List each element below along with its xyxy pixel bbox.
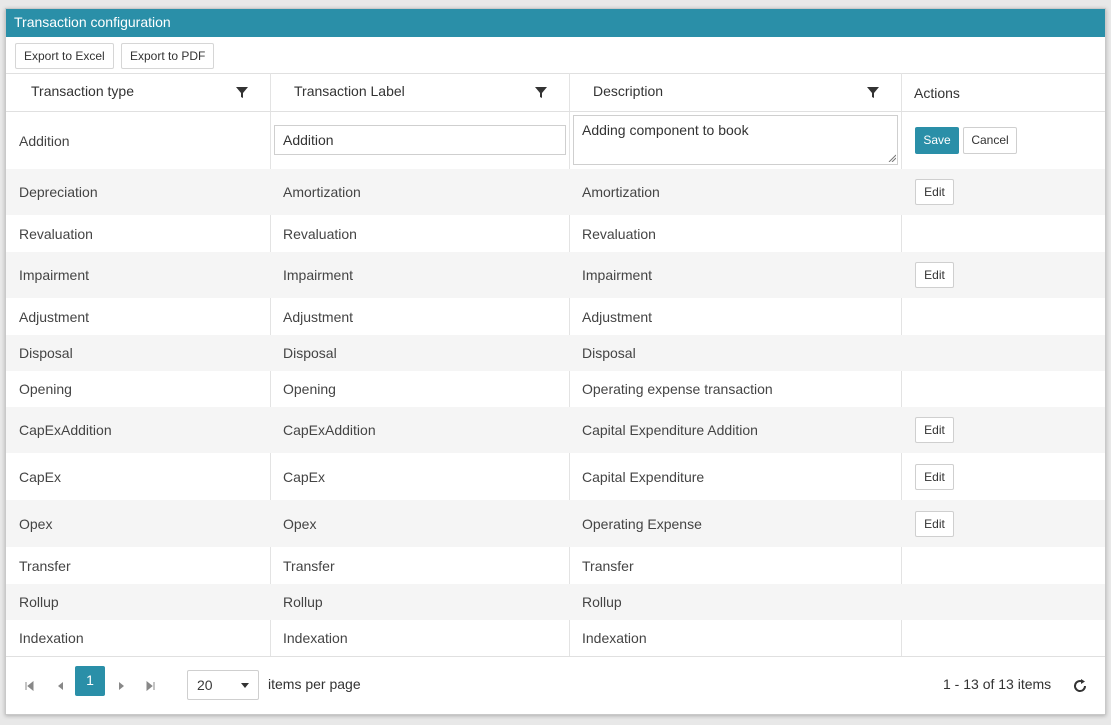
cell-transaction-type: CapEx [19,468,62,485]
cell-transaction-label: Adjustment [283,308,354,325]
pager: 1 20 items per page 1 - 13 of 13 items [6,656,1105,714]
items-per-page-label: items per page [268,676,361,692]
edit-button[interactable]: Edit [915,464,954,490]
header-description[interactable]: Description [593,73,663,111]
dropdown-arrow-icon [241,683,249,688]
cell-transaction-type: Revaluation [19,225,93,242]
cell-description: Amortization [582,184,660,200]
table-row: Rollup Rollup Rollup [6,584,1105,620]
cell-description: Rollup [582,594,622,610]
table-row: Opening Opening Operating expense transact… [6,371,1105,407]
cell-transaction-type: Rollup [19,594,59,610]
cell-description: Disposal [582,345,636,361]
cell-transaction-label: Rollup [283,594,323,610]
header-actions: Actions [914,85,960,101]
table-row: Opex Opex Operating Expense Edit [6,500,1105,547]
table-row: Revaluation Revaluation Revaluation [6,215,1105,252]
table-row-editing: Addition Addition Adding component to bo… [6,112,1105,169]
next-page-icon[interactable] [116,681,126,691]
cancel-button[interactable]: Cancel [963,127,1017,154]
cell-transaction-type: Impairment [19,267,90,283]
cell-transaction-label: Impairment [283,267,354,283]
edit-button[interactable]: Edit [915,511,954,537]
transaction-grid: Transaction type Transaction Label Descr… [6,73,1105,656]
toolbar: Export to Excel Export to PDF [6,37,1105,74]
resize-handle-icon[interactable] [888,154,896,162]
table-row: Depreciation Amortization Amortization Edit [6,169,1105,215]
refresh-icon[interactable] [1072,678,1088,694]
filter-icon[interactable] [534,85,548,99]
edit-button[interactable]: Edit [915,179,954,205]
cell-description: Indexation [582,630,647,646]
table-row: Impairment Impairment Impairment Edit [6,252,1105,298]
page-1-button[interactable]: 1 [75,666,105,696]
page-size-value: 20 [197,677,213,693]
grid-header: Transaction type Transaction Label Descr… [6,73,1105,112]
cell-transaction-label: Opening [283,381,336,397]
transaction-config-panel: Transaction configuration Export to Exce… [5,8,1106,715]
table-row: CapExAddition CapExAddition Capital Expend… [6,407,1105,453]
cell-description: Transfer [582,557,634,574]
export-pdf-button[interactable]: Export to PDF [121,43,215,69]
transaction-label-input[interactable]: Addition [274,125,566,155]
header-transaction-label[interactable]: Transaction Label [294,73,405,111]
cell-transaction-label: Indexation [283,630,348,646]
pager-summary: 1 - 13 of 13 items [943,676,1052,692]
table-row: CapEx CapEx Capital Expenditure Edit [6,453,1105,500]
edit-button[interactable]: Edit [915,262,954,288]
cell-description: Operating expense transaction [582,381,773,397]
cell-transaction-type: Adjustment [19,308,90,325]
cell-transaction-type: Opex [19,515,53,532]
cell-description: Revaluation [582,225,656,242]
export-excel-button[interactable]: Export to Excel [15,43,114,69]
cell-description: Adjustment [582,308,653,325]
cell-description: Capital Expenditure Addition [582,422,758,438]
cell-description: Impairment [582,267,653,283]
page-size-select[interactable]: 20 [187,670,259,700]
cell-transaction-label: CapExAddition [283,422,376,438]
cell-transaction-type: Addition [19,132,70,149]
cell-transaction-type: Opening [19,381,72,397]
cell-description: Capital Expenditure [582,468,705,485]
table-row: Indexation Indexation Indexation [6,620,1105,656]
last-page-icon[interactable] [145,681,155,691]
cell-description: Operating Expense [582,515,702,532]
prev-page-icon[interactable] [56,681,66,691]
cell-transaction-label: Revaluation [283,225,357,242]
table-row: Adjustment Adjustment Adjustment [6,298,1105,335]
cell-transaction-label: Transfer [283,557,335,574]
filter-icon[interactable] [235,85,249,99]
cell-transaction-label: Amortization [283,184,361,200]
panel-title: Transaction configuration [6,9,1105,37]
table-row: Transfer Transfer Transfer [6,547,1105,584]
description-textarea[interactable]: Adding component to book [573,115,898,165]
filter-icon[interactable] [866,85,880,99]
save-button[interactable]: Save [915,127,959,154]
first-page-icon[interactable] [25,681,35,691]
edit-button[interactable]: Edit [915,417,954,443]
cell-transaction-label: Opex [283,515,317,532]
cell-transaction-label: CapEx [283,468,326,485]
table-row: Disposal Disposal Disposal [6,335,1105,371]
cell-transaction-type: Depreciation [19,184,98,200]
cell-transaction-label: Disposal [283,345,337,361]
cell-transaction-type: Indexation [19,630,84,646]
cell-transaction-type: CapExAddition [19,422,112,438]
header-transaction-type[interactable]: Transaction type [31,73,134,111]
cell-transaction-type: Transfer [19,557,71,574]
cell-transaction-type: Disposal [19,345,73,361]
